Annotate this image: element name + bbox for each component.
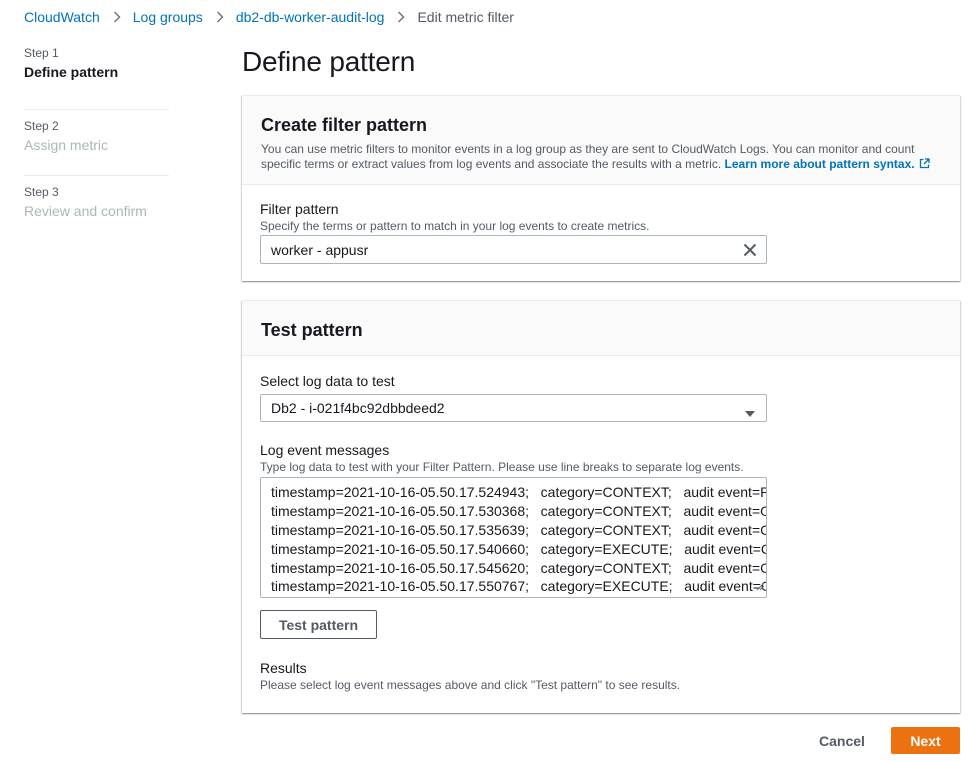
filter-pattern-field: Filter pattern Specify the terms or patt… [260, 200, 650, 234]
panel-title: Create filter pattern [261, 115, 428, 135]
breadcrumb-link-cloudwatch[interactable]: CloudWatch [24, 9, 100, 25]
breadcrumb-link-log-group[interactable]: db2-db-worker-audit-log [236, 9, 385, 25]
log-line: timestamp=2021-10-16-05.50.17.535639; ca… [271, 522, 767, 538]
panel-header: Create filter pattern You can use metric… [242, 96, 960, 185]
step-2: Step 2 Assign metric [24, 110, 169, 176]
filter-pattern-input[interactable]: worker - appusr [260, 235, 767, 264]
step-title: Assign metric [24, 137, 109, 153]
log-line: timestamp=2021-10-16-05.50.17.524943; ca… [271, 484, 767, 500]
learn-more-link[interactable]: Learn more about pattern syntax. [725, 157, 915, 171]
external-link-icon[interactable] [919, 158, 930, 173]
results-label: Results [260, 660, 307, 676]
log-line: timestamp=2021-10-16-05.50.17.540660; ca… [271, 541, 767, 557]
breadcrumb-current: Edit metric filter [417, 9, 514, 25]
chevron-right-icon [216, 11, 224, 23]
panel-description: You can use metric filters to monitor ev… [261, 142, 941, 173]
panel-header: Test pattern [242, 301, 960, 356]
step-1: Step 1 Define pattern [24, 44, 169, 110]
resize-handle-icon[interactable] [755, 578, 765, 596]
log-line: timestamp=2021-10-16-05.50.17.545620; ca… [271, 560, 767, 576]
log-data-select[interactable]: Db2 - i-021f4bc92dbbdeed2 [260, 394, 767, 422]
log-data-select-value: Db2 - i-021f4bc92dbbdeed2 [271, 400, 445, 416]
cancel-button[interactable]: Cancel [808, 730, 876, 752]
test-pattern-panel: Test pattern Select log data to test Db2… [242, 300, 960, 713]
step-title: Review and confirm [24, 203, 147, 219]
step-number: Step 3 [24, 185, 59, 199]
log-event-messages-description: Type log data to test with your Filter P… [260, 460, 744, 474]
next-button[interactable]: Next [891, 727, 960, 754]
breadcrumb-link-log-groups[interactable]: Log groups [133, 9, 203, 25]
wizard-steps: Step 1 Define pattern Step 2 Assign metr… [24, 44, 169, 242]
chevron-right-icon [397, 11, 405, 23]
chevron-right-icon [113, 11, 121, 23]
results-description: Please select log event messages above a… [260, 678, 681, 692]
create-filter-pattern-panel: Create filter pattern You can use metric… [242, 95, 960, 281]
step-title: Define pattern [24, 64, 119, 80]
select-log-data-label: Select log data to test [260, 373, 395, 389]
log-event-messages-field: Log event messages Type log data to test… [260, 441, 744, 475]
results-section: Results Please select log event messages… [260, 659, 680, 693]
filter-pattern-label: Filter pattern [260, 201, 339, 217]
step-number: Step 1 [24, 46, 59, 60]
filter-pattern-description: Specify the terms or pattern to match in… [260, 219, 650, 233]
filter-pattern-value: worker - appusr [271, 242, 369, 258]
caret-down-icon [744, 405, 756, 423]
test-pattern-button[interactable]: Test pattern [260, 610, 377, 639]
page-title: Define pattern [242, 46, 416, 77]
log-event-messages-textarea[interactable]: timestamp=2021-10-16-05.50.17.524943; ca… [260, 477, 767, 598]
log-event-messages-label: Log event messages [260, 442, 390, 458]
step-3: Step 3 Review and confirm [24, 176, 169, 242]
step-number: Step 2 [24, 119, 59, 133]
breadcrumb: CloudWatch Log groups db2-db-worker-audi… [24, 8, 514, 26]
panel-title: Test pattern [261, 320, 363, 340]
clear-icon[interactable] [742, 242, 758, 258]
log-line: timestamp=2021-10-16-05.50.17.550767; ca… [271, 578, 767, 594]
log-line: timestamp=2021-10-16-05.50.17.530368; ca… [271, 503, 767, 519]
